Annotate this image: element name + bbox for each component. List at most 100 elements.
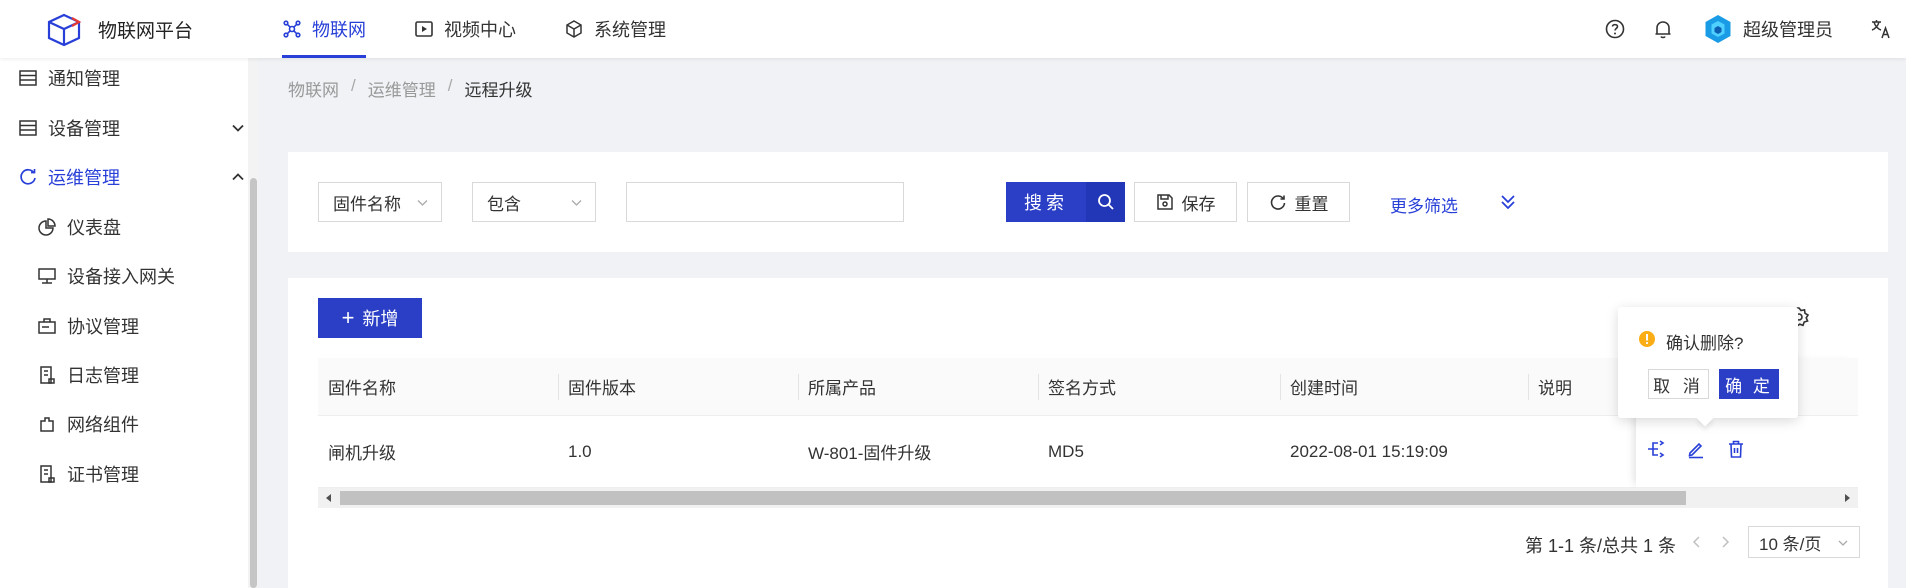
table-cell: 闸机升级 <box>328 444 396 463</box>
nav-tab-iot[interactable]: 物联网 <box>282 0 366 58</box>
save-label: 保存 <box>1181 194 1216 214</box>
cancel-button[interactable]: 取 消 <box>1648 369 1709 399</box>
translate-icon[interactable] <box>1870 18 1892 40</box>
sidebar-item-device[interactable]: 设备管理 <box>18 108 263 148</box>
breadcrumb-current: 远程升级 <box>464 81 533 100</box>
breadcrumb-separator: / <box>447 76 453 95</box>
sidebar-item-label: 协议管理 <box>67 317 139 337</box>
search-button[interactable]: 搜索 <box>1006 182 1086 222</box>
warning-icon <box>1639 331 1655 347</box>
nav-tab-video[interactable]: 视频中心 <box>414 0 516 58</box>
double-chevron-down-icon[interactable] <box>1498 192 1518 212</box>
field-select-value: 固件名称 <box>333 194 401 214</box>
system-icon <box>566 20 582 38</box>
bell-icon[interactable] <box>1652 18 1674 40</box>
operator-select[interactable]: 包含 <box>472 182 596 222</box>
search-icon-button[interactable] <box>1086 182 1125 222</box>
sidebar-item-label: 运维管理 <box>48 168 120 188</box>
sidebar-scroll-thumb[interactable] <box>250 178 257 588</box>
push-upgrade-icon[interactable] <box>1646 439 1666 459</box>
nav-tab-system[interactable]: 系统管理 <box>564 0 666 58</box>
sidebar-item-label: 设备接入网关 <box>67 267 175 287</box>
chevron-down-icon <box>571 200 582 206</box>
network-icon <box>40 417 54 432</box>
sidebar-item-gateway[interactable]: 设备接入网关 <box>37 256 282 296</box>
save-button[interactable]: 保存 <box>1134 182 1237 222</box>
table-horizontal-scrollbar[interactable] <box>318 488 1858 508</box>
avatar <box>1705 15 1731 43</box>
filter-panel: 固件名称 包含 搜索 保存 重置 更多筛选 <box>288 152 1888 252</box>
sidebar-item-label: 网络组件 <box>67 415 139 435</box>
column-header[interactable]: 固件版本 <box>558 358 798 415</box>
column-header[interactable]: 创建时间 <box>1280 358 1528 415</box>
breadcrumb-item[interactable]: 物联网 <box>288 76 339 101</box>
page-size-value: 10 条/页 <box>1759 534 1822 554</box>
more-filter-link[interactable]: 更多筛选 <box>1390 192 1458 217</box>
scroll-left-icon[interactable] <box>324 493 334 503</box>
list-icon <box>19 120 37 136</box>
next-page-icon[interactable] <box>1718 535 1732 549</box>
sidebar-item-label: 通知管理 <box>48 69 120 89</box>
sidebar-item-protocol[interactable]: 协议管理 <box>37 306 282 346</box>
column-header[interactable]: 签名方式 <box>1038 358 1278 415</box>
chevron-up-icon <box>232 173 244 181</box>
chevron-down-icon <box>232 124 244 132</box>
sidebar-item-log[interactable]: 日志管理 <box>37 355 282 395</box>
save-icon <box>1156 194 1173 210</box>
iot-icon <box>283 20 301 38</box>
pagination-total: 第 1-1 条/总共 1 条 <box>1525 536 1677 556</box>
delete-popconfirm: 确认删除? 取 消 确 定 <box>1618 307 1798 427</box>
add-button[interactable]: + 新增 <box>318 298 422 338</box>
breadcrumb-item[interactable]: 运维管理 <box>368 76 436 101</box>
breadcrumb-separator: / <box>351 76 356 95</box>
scroll-right-icon[interactable] <box>1842 493 1852 503</box>
table-cell: 1.0 <box>568 441 592 461</box>
nav-tab-label: 物联网 <box>312 20 366 40</box>
sidebar-item-network[interactable]: 网络组件 <box>37 404 282 444</box>
reload-icon <box>1270 195 1285 210</box>
user-menu[interactable]: 超级管理员 <box>1703 14 1833 44</box>
list-icon <box>19 70 37 86</box>
page-size-select[interactable]: 10 条/页 <box>1748 526 1860 558</box>
plus-icon: + <box>341 305 355 330</box>
row-actions <box>1636 416 1858 488</box>
table-cell: W-801-固件升级 <box>808 444 932 463</box>
reset-button[interactable]: 重置 <box>1247 182 1350 222</box>
sidebar-item-ops[interactable]: 运维管理 <box>18 157 263 197</box>
log-icon <box>40 366 55 384</box>
reset-label: 重置 <box>1294 194 1329 214</box>
column-header[interactable]: 所属产品 <box>798 358 1038 415</box>
table-row: 闸机升级 1.0 W-801-固件升级 MD5 2022-08-01 15:19… <box>318 416 1858 488</box>
nav-tab-label: 视频中心 <box>444 20 516 40</box>
filter-value-input[interactable] <box>626 182 904 222</box>
table-cell: 2022-08-01 15:19:09 <box>1290 441 1448 461</box>
prev-page-icon[interactable] <box>1690 535 1704 549</box>
nav-tab-label: 系统管理 <box>594 20 666 40</box>
confirm-button[interactable]: 确 定 <box>1719 369 1779 399</box>
table-cell: MD5 <box>1048 441 1084 461</box>
top-bar: 物联网平台 物联网 视频中心 系统管理 超级管理员 <box>0 0 1906 58</box>
sidebar-item-dashboard[interactable]: 仪表盘 <box>37 207 282 247</box>
field-select[interactable]: 固件名称 <box>318 182 442 222</box>
sidebar-item-cert[interactable]: 证书管理 <box>37 454 282 494</box>
chevron-down-icon <box>1838 540 1848 546</box>
help-icon[interactable] <box>1604 18 1626 40</box>
cert-icon <box>40 465 55 483</box>
operator-select-value: 包含 <box>487 194 521 214</box>
add-label: 新增 <box>362 309 399 329</box>
delete-icon[interactable] <box>1726 439 1746 459</box>
sidebar-item-label: 证书管理 <box>67 465 139 485</box>
user-name: 超级管理员 <box>1743 20 1833 40</box>
chevron-down-icon <box>417 200 428 206</box>
edit-icon[interactable] <box>1686 439 1706 459</box>
sidebar-item-label: 日志管理 <box>67 366 139 386</box>
protocol-icon <box>38 318 56 334</box>
sidebar-item-label: 仪表盘 <box>67 218 121 238</box>
table-scroll-thumb[interactable] <box>340 491 1686 505</box>
sidebar: 通知管理 设备管理 运维管理 仪表盘 设备接入网关 协议管理 日志管理 网络组件… <box>0 58 258 588</box>
logo-icon <box>47 13 82 47</box>
column-header[interactable]: 固件名称 <box>318 358 558 415</box>
search-icon <box>1097 194 1114 210</box>
sidebar-item-notification[interactable]: 通知管理 <box>18 58 263 98</box>
video-icon <box>415 21 433 37</box>
